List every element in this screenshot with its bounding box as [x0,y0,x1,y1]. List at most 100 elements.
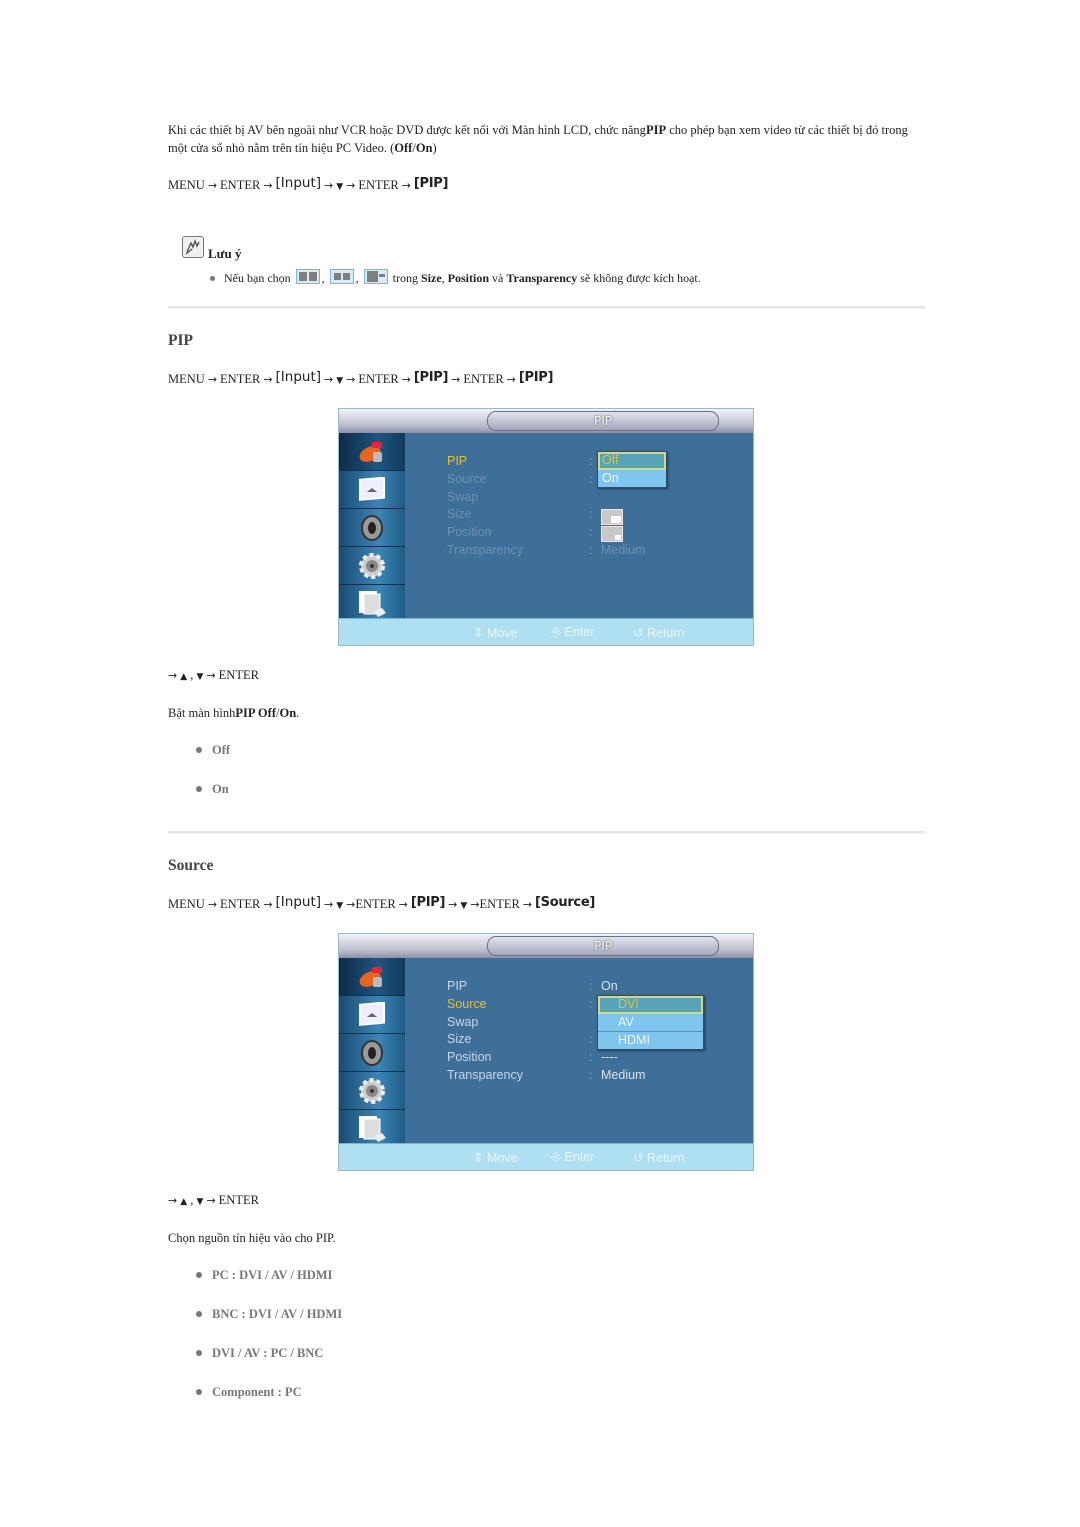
osd-dropdown-source[interactable]: DVI AV HDMI [597,995,704,1050]
osd-item-size[interactable]: Size [447,507,471,521]
arrow-icon: → [451,373,461,386]
osd-value-pip: On [601,979,618,993]
path-enter: ENTER [479,897,520,911]
arrow-icon: → [168,669,178,682]
arrow-icon: → [207,179,218,192]
comma: , [190,668,194,682]
arrow-icon: → [324,898,334,911]
osd-item-position[interactable]: Position [447,525,491,539]
arrow-icon: → [346,373,356,386]
osd-footer: ⇕ Move ⎆ Enter ↺ Return [339,1143,753,1170]
path-enter: ENTER [220,372,261,386]
osd-input-icon [339,433,405,471]
dropdown-option-hdmi[interactable]: HDMI [598,1032,703,1049]
osd-item-swap[interactable]: Swap [447,1015,478,1029]
menu-path-source: MENU → ENTER → [Input] → ▼ →ENTER → [PIP] → ▼ →ENTER… [168,894,595,912]
note-text: Nếu bạn chọn [224,271,291,285]
intro-off: Off [394,141,413,155]
osd-title: PIP [487,936,719,956]
arrow-icon: → [263,898,273,911]
osd-item-position[interactable]: Position [447,1050,491,1064]
option-rest: : PC [274,1385,302,1399]
osd-item-swap[interactable]: Swap [447,490,478,504]
arrow-icon: → [263,179,273,192]
colon: : [589,1068,593,1082]
enter-icon: ⎆ [551,625,562,639]
option-rest: : PC / BNC [260,1346,324,1360]
path-enter: ENTER [220,897,261,911]
dropdown-option-off[interactable]: Off [598,452,666,470]
osd-setup-gear-icon [339,1072,405,1110]
osd-dropdown-pip[interactable]: Off On [597,451,667,488]
layout-main-inset-icon [363,268,388,284]
osd-item-transparency[interactable]: Transparency [447,1068,523,1082]
osd-footer-return: ↺ Return [633,625,685,640]
option-rest: : DVI / AV / HDMI [238,1307,343,1321]
down-triangle-icon: ▼ [460,901,468,911]
note-pencil-icon [182,236,204,258]
colon: : [589,979,593,993]
path-pip: [PIP] [413,176,449,191]
down-triangle-icon: ▼ [196,672,204,682]
bullet-icon [196,1272,202,1278]
return-icon: ↺ [633,626,644,640]
source-description: Chọn nguồn tín hiệu vào cho PIP. [168,1231,336,1245]
section-divider [168,831,925,834]
dropdown-option-av[interactable]: AV [598,1014,703,1032]
osd-item-transparency[interactable]: Transparency [447,543,523,557]
path-enter: ENTER [220,178,261,192]
dropdown-option-dvi[interactable]: DVI [598,996,703,1014]
osd-footer: ⇕ Move ⎆ Enter ↺ Return [339,618,753,645]
osd-item-source[interactable]: Source [447,997,487,1011]
desc-text: Bật màn hình [168,706,236,720]
pip-description: Bật màn hìnhPIP Off/On. [168,704,928,722]
intro-on: On [415,141,433,155]
path-pip: [PIP] [518,370,554,385]
option-main: PC [212,1268,229,1282]
bullet-icon [196,1311,202,1317]
osd-size-layout-icon [601,509,623,525]
colon: : [589,997,593,1011]
section-heading-pip: PIP [168,332,193,349]
osd-item-source[interactable]: Source [447,472,487,486]
arrow-icon: → [324,373,334,386]
option-main: BNC [212,1307,239,1321]
path-pip: [PIP] [413,370,449,385]
osd-item-pip[interactable]: PIP [447,454,467,468]
note-text-after: sẽ không được kích hoạt. [580,271,701,285]
arrow-icon: → [522,898,533,911]
dropdown-option-on[interactable]: On [598,470,666,487]
path-enter: ENTER [463,372,504,386]
return-icon: ↺ [633,1151,644,1165]
down-triangle-icon: ▼ [336,901,344,911]
osd-value-transparency: Medium [601,1068,646,1082]
intro-text: Khi các thiết bị AV bên ngoài như VCR ho… [168,123,646,137]
osd-value-position: ---- [601,1050,618,1064]
arrow-icon: → [207,898,218,911]
osd-sound-icon [339,1034,405,1072]
osd-item-size[interactable]: Size [447,1032,471,1046]
path-input: [Input] [275,369,322,385]
osd-footer-enter: ⎆ Enter [551,1150,594,1165]
colon: : [589,454,593,468]
intro-pip-bold: PIP [645,123,667,137]
footer-move-label: Move [486,626,518,640]
arrow-icon: → [324,179,334,192]
path-enter: ENTER [358,178,399,192]
path-pip: [PIP] [410,895,446,910]
option-main: DVI / AV [212,1346,261,1360]
osd-input-icon [339,958,405,996]
menu-path-pip: MENU → ENTER → [Input] → ▼ → ENTER → [PIP] → ENTER →[… [168,369,554,387]
bullet-icon [196,1350,202,1356]
path-input: [Input] [275,894,322,910]
option-item: Off [196,743,230,758]
nav-enter: ENTER [218,668,259,682]
osd-item-pip[interactable]: PIP [447,979,467,993]
option-item: Component : PC [196,1385,302,1400]
arrow-icon: → [401,373,411,386]
option-label: On [212,782,229,796]
colon: : [589,525,593,539]
path-input: [Input] [275,175,322,191]
option-item: DVI / AV : PC / BNC [196,1346,323,1361]
option-item: On [196,782,229,797]
